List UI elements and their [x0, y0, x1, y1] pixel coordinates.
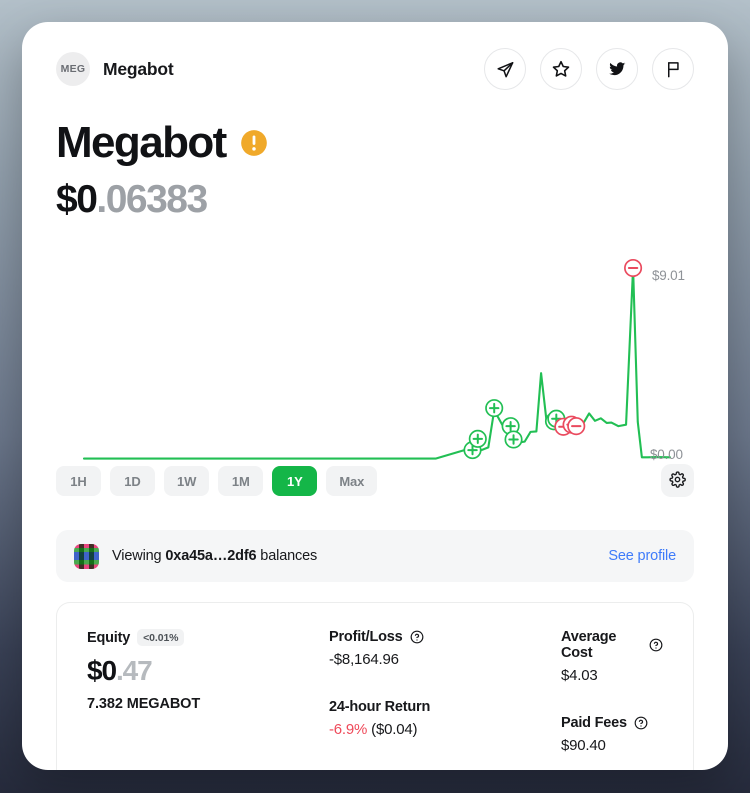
- buy-marker[interactable]: [468, 429, 487, 448]
- viewing-address-text: Viewing 0xa45a…2df6 balances: [112, 548, 317, 564]
- token-detail-card: MEG Megabot Megabot $0.06383 $9.01 $0.00…: [22, 22, 728, 770]
- coin-avatar: MEG: [56, 52, 90, 86]
- equity-stat: Equity <0.01% $0.47 7.382 MEGABOT: [87, 629, 329, 712]
- wallet-address: 0xa45a…2df6: [165, 548, 257, 564]
- daily-return-amount: ($0.04): [367, 721, 418, 738]
- paid-fees-label: Paid Fees: [561, 715, 627, 731]
- time-range-selector: 1H 1D 1W 1M 1Y Max: [56, 466, 378, 496]
- price-decimal: .06383: [96, 178, 208, 221]
- star-icon: [551, 59, 571, 79]
- range-button-1w[interactable]: 1W: [164, 466, 210, 496]
- gear-icon: [669, 470, 686, 491]
- chart-low-label: $0.00: [650, 447, 683, 462]
- profit-loss-stat: Profit/Loss -$8,164.96: [329, 629, 561, 668]
- help-icon[interactable]: [410, 630, 424, 644]
- average-cost-value: $4.03: [561, 667, 598, 684]
- daily-return-value: -6.9% ($0.04): [329, 721, 561, 738]
- profit-loss-value: -$8,164.96: [329, 651, 399, 668]
- profit-loss-label: Profit/Loss: [329, 629, 403, 645]
- equity-percent-badge: <0.01%: [137, 629, 185, 646]
- header-action-buttons: [484, 48, 694, 90]
- range-button-1y[interactable]: 1Y: [272, 466, 318, 496]
- stats-column-equity: Equity <0.01% $0.47 7.382 MEGABOT: [87, 629, 329, 770]
- daily-return-label-row: 24-hour Return: [329, 699, 561, 715]
- chart-high-label: $9.01: [652, 268, 685, 283]
- paid-fees-label-row: Paid Fees: [561, 715, 663, 731]
- range-button-1h[interactable]: 1H: [56, 466, 101, 496]
- viewing-prefix: Viewing: [112, 548, 166, 564]
- daily-return-stat: 24-hour Return -6.9% ($0.04): [329, 699, 561, 738]
- viewing-address-bar[interactable]: Viewing 0xa45a…2df6 balances See profile: [56, 530, 694, 582]
- buy-marker[interactable]: [485, 399, 504, 418]
- flag-icon: [664, 60, 683, 79]
- price-whole: $0: [56, 178, 98, 221]
- equity-value: $0.47: [87, 655, 329, 687]
- twitter-icon: [607, 59, 627, 79]
- daily-return-label: 24-hour Return: [329, 699, 431, 715]
- page-title: Megabot: [56, 118, 268, 168]
- card-header: MEG Megabot: [56, 44, 694, 94]
- sell-marker[interactable]: [624, 258, 643, 278]
- equity-label: Equity: [87, 629, 131, 646]
- price-chart-svg[interactable]: [22, 237, 728, 472]
- help-icon[interactable]: [649, 638, 663, 652]
- viewing-suffix: balances: [256, 548, 318, 564]
- page-title-text: Megabot: [56, 118, 227, 167]
- buy-marker[interactable]: [504, 430, 523, 449]
- average-cost-label-row: Average Cost: [561, 629, 663, 661]
- twitter-button[interactable]: [596, 48, 638, 90]
- paid-fees-stat: Paid Fees $90.40: [561, 715, 663, 754]
- chart-settings-button[interactable]: [661, 464, 694, 497]
- equity-value-decimal: .47: [115, 655, 153, 686]
- stats-column-performance: Profit/Loss -$8,164.96 24-hour Return -6…: [329, 629, 561, 770]
- equity-label-row: Equity <0.01%: [87, 629, 329, 646]
- sell-marker[interactable]: [567, 417, 586, 436]
- wallet-avatar-icon: [74, 543, 99, 569]
- portfolio-stats-panel: Equity <0.01% $0.47 7.382 MEGABOT Profit…: [56, 602, 694, 770]
- average-cost-stat: Average Cost $4.03: [561, 629, 663, 684]
- equity-value-whole: $0: [87, 655, 117, 686]
- current-price: $0.06383: [56, 178, 208, 222]
- range-button-1m[interactable]: 1M: [218, 466, 264, 496]
- coin-identity[interactable]: MEG Megabot: [56, 52, 174, 86]
- range-button-1d[interactable]: 1D: [110, 466, 155, 496]
- see-profile-link[interactable]: See profile: [608, 548, 676, 564]
- warning-icon[interactable]: [240, 129, 268, 157]
- share-icon: [496, 60, 515, 79]
- watchlist-button[interactable]: [540, 48, 582, 90]
- share-button[interactable]: [484, 48, 526, 90]
- stats-column-costs: Average Cost $4.03 Paid Fees $90.40: [561, 629, 663, 770]
- help-icon[interactable]: [634, 716, 648, 730]
- range-button-max[interactable]: Max: [326, 466, 378, 496]
- price-chart[interactable]: $9.01 $0.00: [22, 237, 728, 472]
- equity-holdings: 7.382 MEGABOT: [87, 696, 201, 712]
- profit-loss-label-row: Profit/Loss: [329, 629, 561, 645]
- paid-fees-value: $90.40: [561, 737, 606, 754]
- average-cost-label: Average Cost: [561, 629, 617, 661]
- report-button[interactable]: [652, 48, 694, 90]
- coin-name-label: Megabot: [103, 58, 174, 79]
- daily-return-percent: -6.9%: [329, 721, 368, 738]
